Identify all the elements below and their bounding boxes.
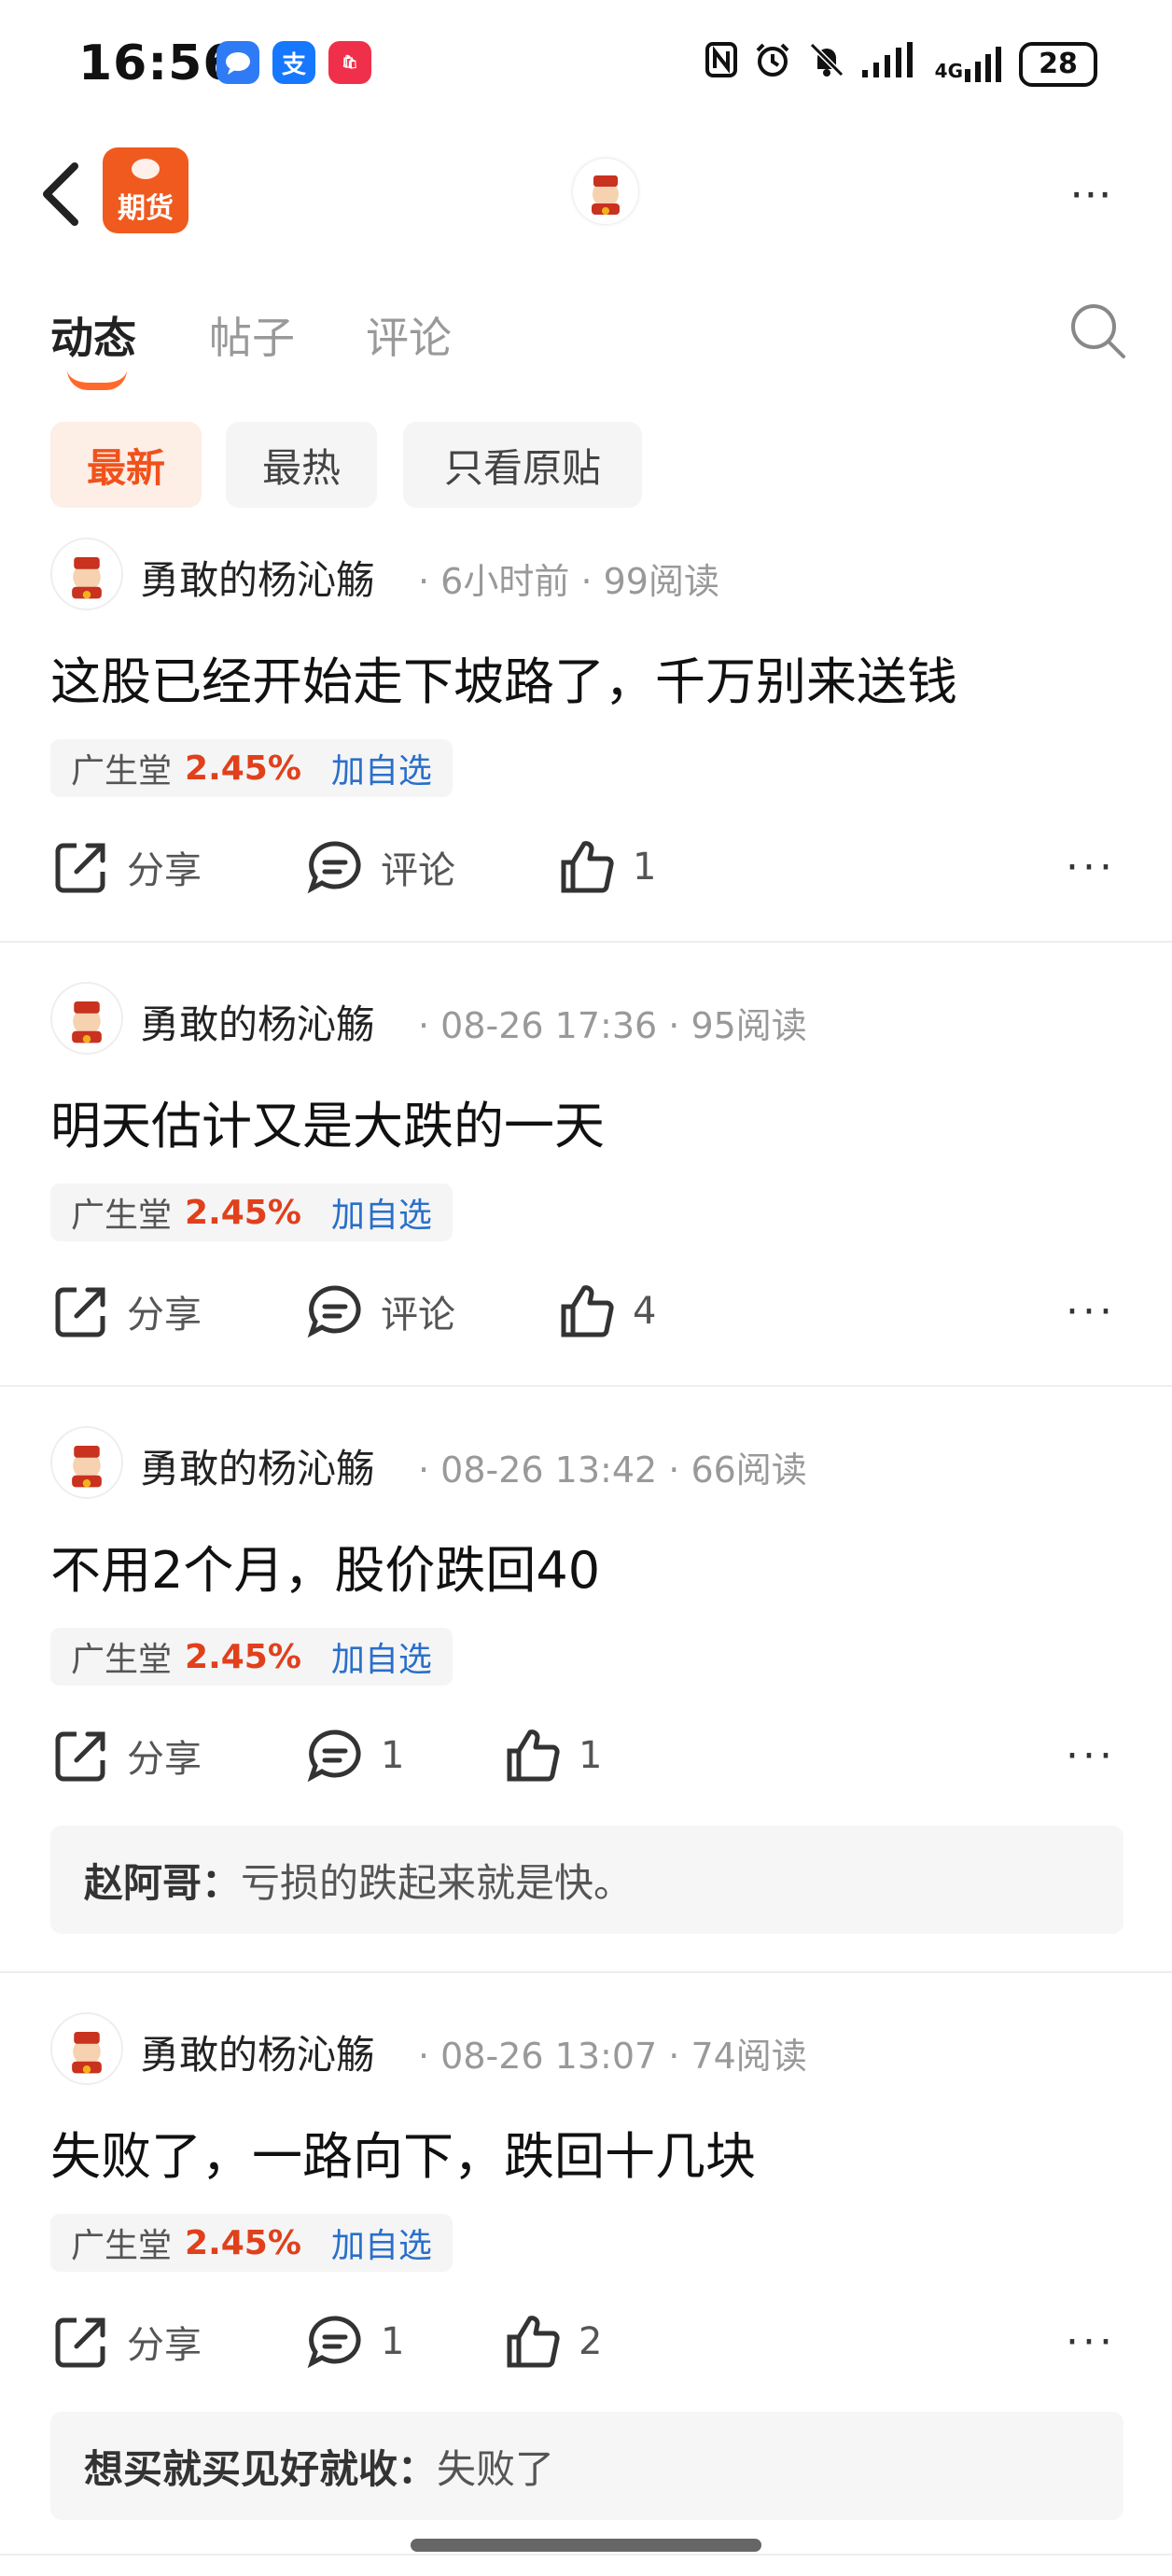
add-watchlist-button[interactable]: 加自选 xyxy=(331,2219,432,2267)
share-button[interactable]: 分享 xyxy=(52,1727,202,1785)
author-name[interactable]: 勇敢的杨沁觞 xyxy=(140,2023,375,2080)
like-button[interactable]: 1 xyxy=(558,838,656,896)
caishen-avatar-icon xyxy=(72,557,102,599)
home-indicator[interactable] xyxy=(411,2539,761,2552)
comment-button[interactable]: 评论 xyxy=(306,1282,455,1340)
add-watchlist-button[interactable]: 加自选 xyxy=(331,1632,432,1681)
search-icon xyxy=(1071,304,1125,358)
filter-latest[interactable]: 最新 xyxy=(50,422,202,508)
post-content[interactable]: 这股已经开始走下坡路了，千万别来送钱 xyxy=(50,640,957,714)
tab-posts[interactable]: 帖子 xyxy=(209,304,295,366)
alarm-icon xyxy=(754,41,791,87)
chevron-left-icon xyxy=(43,162,78,226)
status-system-icons: 4G 28 xyxy=(705,41,1097,87)
post-more-button[interactable]: ··· xyxy=(1066,844,1116,891)
post-more-button[interactable]: ··· xyxy=(1066,1288,1116,1336)
message-icon xyxy=(216,41,259,84)
share-icon xyxy=(55,1287,105,1337)
author-name[interactable]: 勇敢的杨沁觞 xyxy=(140,1437,375,1494)
stock-tag[interactable]: 广生堂 2.45% 加自选 xyxy=(50,739,453,797)
thumbs-up-icon xyxy=(561,1285,614,1337)
profile-avatar[interactable] xyxy=(573,159,638,224)
comment-icon xyxy=(307,841,361,894)
post-more-button[interactable]: ··· xyxy=(1066,1732,1116,1780)
reply-preview[interactable]: 赵阿哥： 亏损的跌起来就是快。 xyxy=(50,1826,1123,1934)
post-meta: · 08-26 13:42 · 66阅读 xyxy=(418,1449,807,1491)
caishen-avatar-icon xyxy=(72,1001,102,1043)
post-content[interactable]: 明天估计又是大跌的一天 xyxy=(50,1085,605,1158)
reply-text: 亏损的跌起来就是快。 xyxy=(241,1859,634,1906)
author-avatar[interactable] xyxy=(50,1426,123,1499)
post-content[interactable]: 不用2个月，股价跌回40 xyxy=(50,1529,600,1603)
author-name[interactable]: 勇敢的杨沁觞 xyxy=(140,993,375,1050)
reply-text: 失败了 xyxy=(437,2445,555,2492)
thumbs-up-icon xyxy=(507,1729,560,1782)
more-options-button[interactable]: ⋯ xyxy=(1069,168,1116,218)
status-time: 16:56 xyxy=(78,35,238,91)
search-button[interactable] xyxy=(1067,301,1127,360)
share-icon xyxy=(55,843,105,893)
post-divider xyxy=(0,941,1172,943)
share-button[interactable]: 分享 xyxy=(52,1282,202,1340)
author-avatar[interactable] xyxy=(50,982,123,1055)
appgallery-icon: 🛍 xyxy=(328,41,371,84)
author-name[interactable]: 勇敢的杨沁觞 xyxy=(140,549,375,606)
thumbs-up-icon xyxy=(507,2316,560,2368)
like-button[interactable]: 2 xyxy=(504,2313,602,2371)
author-avatar[interactable] xyxy=(50,538,123,610)
add-watchlist-button[interactable]: 加自选 xyxy=(331,1188,432,1237)
post-more-button[interactable]: ··· xyxy=(1066,2318,1116,2366)
caishen-avatar-icon xyxy=(592,175,620,215)
reply-author[interactable]: 赵阿哥： xyxy=(84,1852,241,1909)
alipay-icon: 支 xyxy=(272,41,315,84)
battery-indicator: 28 xyxy=(1019,41,1097,87)
caishen-avatar-icon xyxy=(72,1446,102,1488)
status-notification-icons: 支 🛍 xyxy=(216,41,371,84)
filter-hot[interactable]: 最热 xyxy=(226,422,377,508)
share-icon xyxy=(55,2317,105,2368)
post-divider xyxy=(0,1385,1172,1387)
thumbs-up-icon xyxy=(561,841,614,893)
back-button[interactable] xyxy=(34,157,90,231)
like-button[interactable]: 4 xyxy=(558,1282,656,1340)
tab-dynamic[interactable]: 动态 xyxy=(50,304,136,366)
reply-author[interactable]: 想买就买见好就收： xyxy=(84,2438,437,2495)
comment-icon xyxy=(307,2316,361,2369)
like-button[interactable]: 1 xyxy=(504,1727,602,1785)
stock-tag[interactable]: 广生堂 2.45% 加自选 xyxy=(50,1183,453,1241)
comment-button[interactable]: 1 xyxy=(306,1727,404,1785)
post-meta: · 08-26 17:36 · 95阅读 xyxy=(418,1005,807,1046)
add-watchlist-button[interactable]: 加自选 xyxy=(331,744,432,792)
post-divider xyxy=(0,1971,1172,1973)
caishen-avatar-icon xyxy=(72,2032,102,2074)
share-button[interactable]: 分享 xyxy=(52,838,202,896)
stock-tag[interactable]: 广生堂 2.45% 加自选 xyxy=(50,1628,453,1686)
comment-icon xyxy=(307,1285,361,1338)
comment-button[interactable]: 评论 xyxy=(306,838,455,896)
signal-icon xyxy=(861,42,918,86)
share-icon xyxy=(55,1731,105,1782)
reply-preview[interactable]: 想买就买见好就收： 失败了 xyxy=(50,2412,1123,2520)
active-tab-indicator xyxy=(67,370,127,390)
post-meta: · 6小时前 · 99阅读 xyxy=(418,561,719,602)
signal-4g-icon: 4G xyxy=(935,46,1002,82)
app-logo[interactable]: 期货 xyxy=(103,147,188,233)
share-button[interactable]: 分享 xyxy=(52,2313,202,2371)
filter-original-only[interactable]: 只看原贴 xyxy=(403,422,642,508)
nfc-icon xyxy=(705,42,737,86)
post-divider xyxy=(0,2554,1172,2555)
post-meta: · 08-26 13:07 · 74阅读 xyxy=(418,2036,807,2077)
mute-icon xyxy=(808,41,845,87)
stock-tag[interactable]: 广生堂 2.45% 加自选 xyxy=(50,2214,453,2272)
post-content[interactable]: 失败了，一路向下，跌回十几块 xyxy=(50,2115,756,2189)
logo-mark-icon xyxy=(132,159,160,179)
author-avatar[interactable] xyxy=(50,2012,123,2085)
comment-icon xyxy=(307,1729,361,1783)
comment-button[interactable]: 1 xyxy=(306,2313,404,2371)
tab-comments[interactable]: 评论 xyxy=(366,304,452,366)
